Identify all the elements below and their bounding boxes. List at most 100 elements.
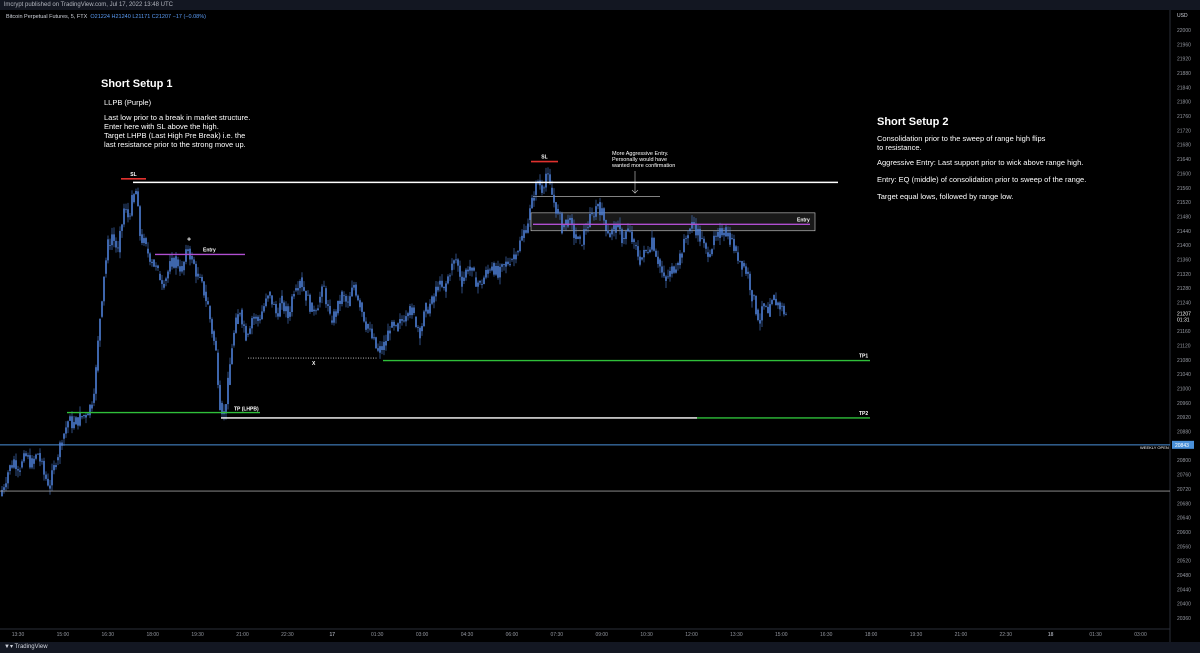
candle-body <box>81 416 83 418</box>
candle-body <box>615 225 617 233</box>
y-tick-label: 20520 <box>1177 559 1191 565</box>
candle-body <box>319 296 321 303</box>
candle-body <box>649 249 651 253</box>
candle-body <box>57 457 59 461</box>
candle-body <box>255 316 257 319</box>
candle-body <box>489 269 491 271</box>
y-tick-label: 21480 <box>1177 214 1191 220</box>
weekly-open-price: 20843 <box>1175 443 1189 449</box>
candle-body <box>697 228 699 236</box>
candle-body <box>285 306 287 312</box>
candle-body <box>79 412 81 426</box>
candle-body <box>679 253 681 266</box>
setup2-body1: Consolidation prior to the sweep of rang… <box>877 134 1046 152</box>
candle-body <box>629 230 631 232</box>
candle-body <box>165 278 167 281</box>
candle-body <box>65 427 67 434</box>
x-tick-label: 18 <box>1048 632 1054 638</box>
candle-body <box>289 312 291 317</box>
y-tick-label: 21960 <box>1177 42 1191 48</box>
candle-body <box>111 234 113 246</box>
candle-body <box>495 266 497 275</box>
candle-body <box>721 228 723 236</box>
candle-body <box>135 190 137 195</box>
candle-body <box>407 313 409 317</box>
candle-body <box>207 301 209 305</box>
candle-body <box>749 273 751 291</box>
candle-body <box>63 433 65 439</box>
candle-body <box>481 283 483 285</box>
candle-body <box>771 300 773 305</box>
candle-body <box>553 194 555 203</box>
candle-body <box>339 300 341 304</box>
candle-body <box>373 337 375 339</box>
candle-body <box>451 263 453 271</box>
price-chart[interactable]: USD 22000 21960 21920 21880 21840 21800 21760 21… <box>0 0 1200 653</box>
candle-body <box>563 224 565 228</box>
candle-body <box>455 259 457 261</box>
candle-body <box>577 236 579 239</box>
setup2-title: Short Setup 2 <box>877 116 949 128</box>
brand-name: TradingView <box>14 644 48 650</box>
candle-body <box>211 319 213 334</box>
candle-body <box>83 414 85 417</box>
candle-body <box>557 208 559 214</box>
candle-body <box>265 298 267 307</box>
y-tick-label: 21320 <box>1177 272 1191 278</box>
candle-body <box>347 301 349 303</box>
symbol-name: Bitcoin Perpetual Futures, 5, FTX <box>6 14 88 20</box>
candle-body <box>695 223 697 236</box>
low-value: L21171 <box>132 14 151 20</box>
candle-body <box>7 472 9 484</box>
y-tick-label: 21160 <box>1177 329 1191 335</box>
candle-body <box>69 416 71 421</box>
candle-body <box>773 294 775 301</box>
candle-body <box>141 234 143 243</box>
candle-body <box>127 209 129 218</box>
candle-body <box>295 288 297 291</box>
candle-body <box>647 252 649 253</box>
candle-body <box>637 246 639 257</box>
candle-body <box>559 212 561 214</box>
candle-body <box>709 254 711 257</box>
x-tick-label: 19:30 <box>910 632 923 638</box>
x-tick-label: 18:00 <box>865 632 878 638</box>
level-label: Entry <box>203 247 216 253</box>
y-tick-label: 21440 <box>1177 229 1191 235</box>
y-tick-label: 21520 <box>1177 200 1191 206</box>
y-tick-label: 21080 <box>1177 358 1191 364</box>
x-tick-label: 22:30 <box>281 632 294 638</box>
candle-body <box>75 417 77 425</box>
candle-body <box>121 224 123 231</box>
candle-body <box>741 261 743 270</box>
candle-body <box>201 276 203 282</box>
candle-body <box>287 306 289 319</box>
candle-body <box>677 263 679 266</box>
candle-body <box>379 346 381 353</box>
candle-body <box>585 229 587 231</box>
candle-body <box>533 197 535 201</box>
setup1-title: Short Setup 1 <box>101 78 173 90</box>
candle-body <box>33 458 35 464</box>
candle-body <box>279 303 281 317</box>
candle-body <box>283 302 285 312</box>
candle-body <box>625 231 627 239</box>
y-tick-label: 21680 <box>1177 143 1191 149</box>
candle-body <box>503 264 505 265</box>
candle-body <box>353 285 355 288</box>
candle-body <box>413 307 415 314</box>
x-tick-label: 01:30 <box>1089 632 1102 638</box>
candle-body <box>733 238 735 251</box>
candle-body <box>707 252 709 257</box>
candle-body <box>501 264 503 267</box>
candle-body <box>673 266 675 273</box>
candle-body <box>611 229 613 235</box>
candle-body <box>229 364 231 385</box>
candle-body <box>699 228 701 242</box>
candle-body <box>157 265 159 269</box>
candle-body <box>131 195 133 216</box>
y-tick-label: 20720 <box>1177 487 1191 493</box>
y-tick-label: 20640 <box>1177 516 1191 522</box>
candle-body <box>51 470 53 486</box>
candle-body <box>395 325 397 326</box>
